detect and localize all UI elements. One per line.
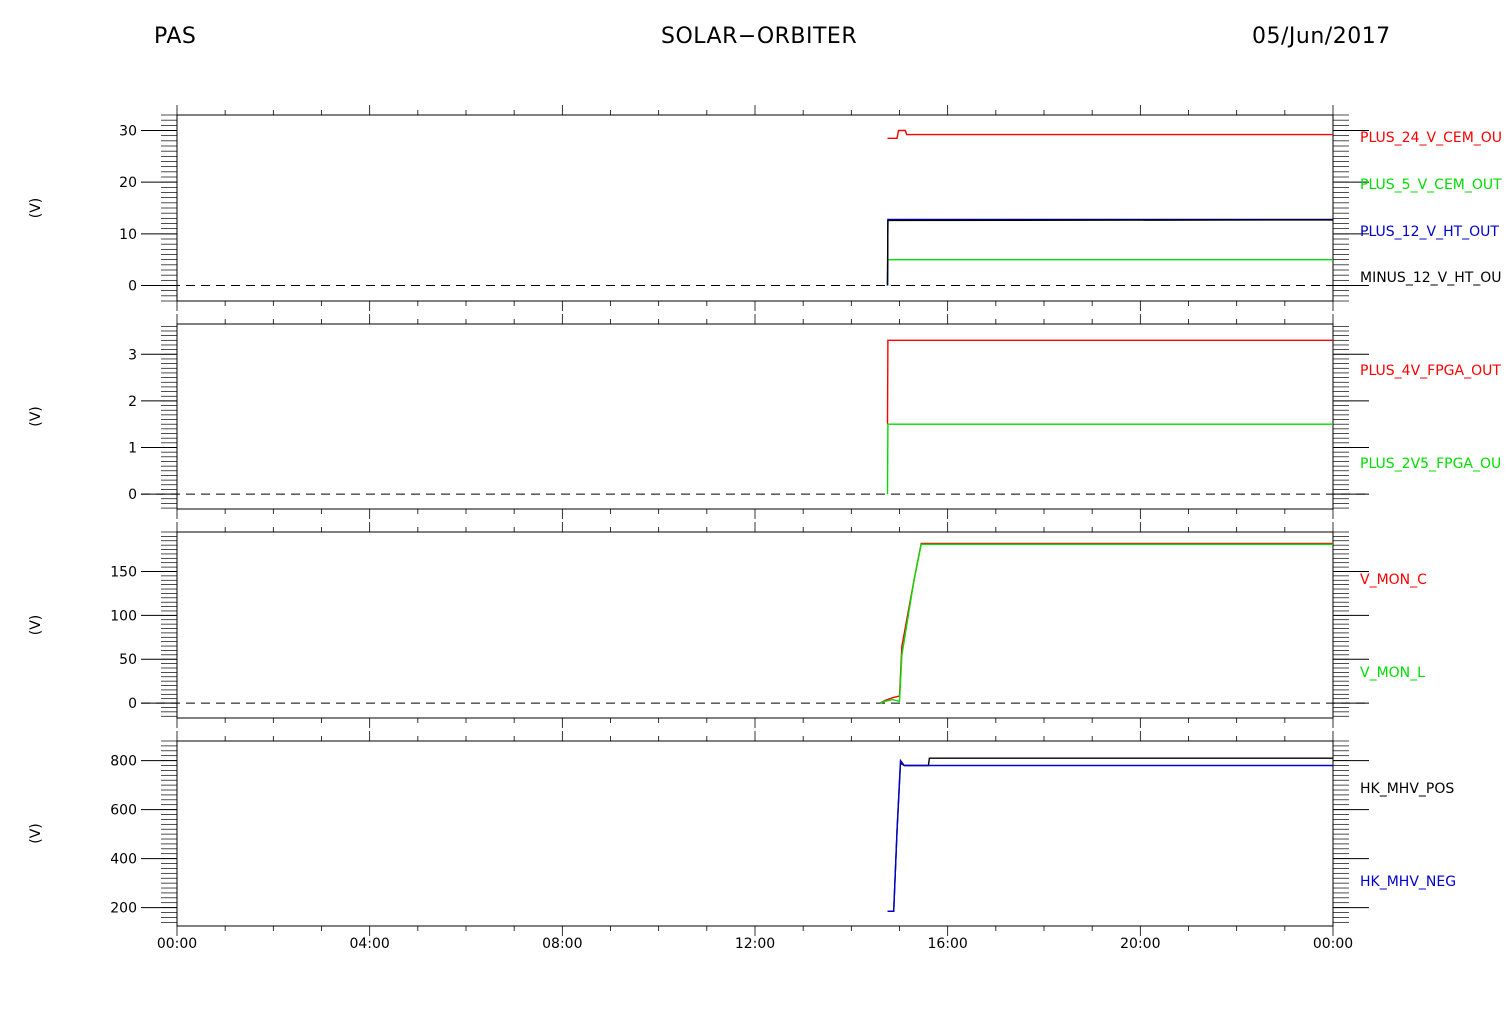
y-tick-label: 0: [128, 487, 137, 503]
panel-4: 200 400 600 800 (V) HK_MHV_POS HK_MHV_NEG: [28, 731, 1456, 936]
y-tick-label: 200: [110, 901, 137, 917]
series-label: PLUS_12_V_HT_OUT: [1360, 224, 1499, 240]
series-line: [887, 757, 1333, 912]
series-label: V_MON_L: [1360, 665, 1425, 681]
series-line: [886, 218, 1333, 286]
panel-3: 0 50 100 150 (V) V_MON_C V_MON_L: [28, 522, 1427, 728]
series-label: HK_MHV_POS: [1360, 781, 1454, 797]
plot-frame: [176, 531, 1334, 719]
y-tick-label: 800: [110, 754, 137, 770]
housekeeping-plots: 0102030(V)PLUS_24_V_CEM_OUPLUS_5_V_CEM_O…: [28, 105, 1502, 952]
panel-2: 0 1 2 3 (V) PLUS_4V_FPGA_OUT PLUS_2V5_FPGA_OU: [28, 314, 1501, 519]
y-tick-label: 30: [119, 124, 137, 140]
x-tick-label: 08:00: [542, 936, 582, 952]
y-tick-label: 2: [128, 394, 137, 410]
y-axis-label: (V): [28, 615, 44, 636]
y-axis-label: (V): [28, 406, 44, 427]
y-tick-label: 150: [110, 564, 137, 580]
y-tick-label: 20: [119, 175, 137, 191]
y-axis-label: (V): [28, 198, 44, 219]
plot-frame: [176, 740, 1334, 927]
x-tick-label: 00:00: [157, 936, 197, 952]
series-label: MINUS_12_V_HT_OU: [1360, 270, 1502, 286]
series-line: [879, 542, 1333, 704]
y-tick-label: 100: [110, 608, 137, 624]
series-line: [886, 423, 1333, 495]
series-line: [879, 543, 1333, 704]
y-tick-label: 3: [128, 347, 137, 363]
x-tick-label: 12:00: [735, 936, 775, 952]
y-tick-label: 1: [128, 440, 137, 456]
series-label: PLUS_4V_FPGA_OUT: [1360, 363, 1501, 379]
y-tick-label: 600: [110, 803, 137, 819]
panel-1: 0 10 20 30 (V) PLUS_24_V_CEM_OU PLUS_5_V_CEM_O…: [28, 105, 1502, 311]
x-tick-label: 00:00: [1313, 936, 1353, 952]
y-tick-label: 400: [110, 852, 137, 868]
y-tick-label: 10: [119, 227, 137, 243]
y-tick-label: 0: [128, 279, 137, 295]
x-tick-label: 20:00: [1120, 936, 1160, 952]
y-tick-label: 50: [119, 652, 137, 668]
series-line: [886, 339, 1333, 425]
series-line: [887, 758, 1333, 912]
series-label: PLUS_5_V_CEM_OUT: [1360, 177, 1502, 193]
x-tick-label: 16:00: [927, 936, 967, 952]
y-tick-label: 0: [128, 696, 137, 712]
series-line: [886, 219, 1334, 286]
series-label: PLUS_24_V_CEM_OU: [1360, 130, 1502, 146]
plot-frame: [176, 114, 1334, 302]
series-line: [887, 129, 1333, 140]
series-line: [886, 259, 1333, 286]
x-tick-label: 04:00: [349, 936, 389, 952]
series-label: PLUS_2V5_FPGA_OU: [1360, 456, 1501, 472]
plot-frame: [176, 323, 1334, 510]
series-label: HK_MHV_NEG: [1360, 874, 1456, 890]
y-axis-label: (V): [28, 823, 44, 844]
series-label: V_MON_C: [1360, 572, 1427, 588]
